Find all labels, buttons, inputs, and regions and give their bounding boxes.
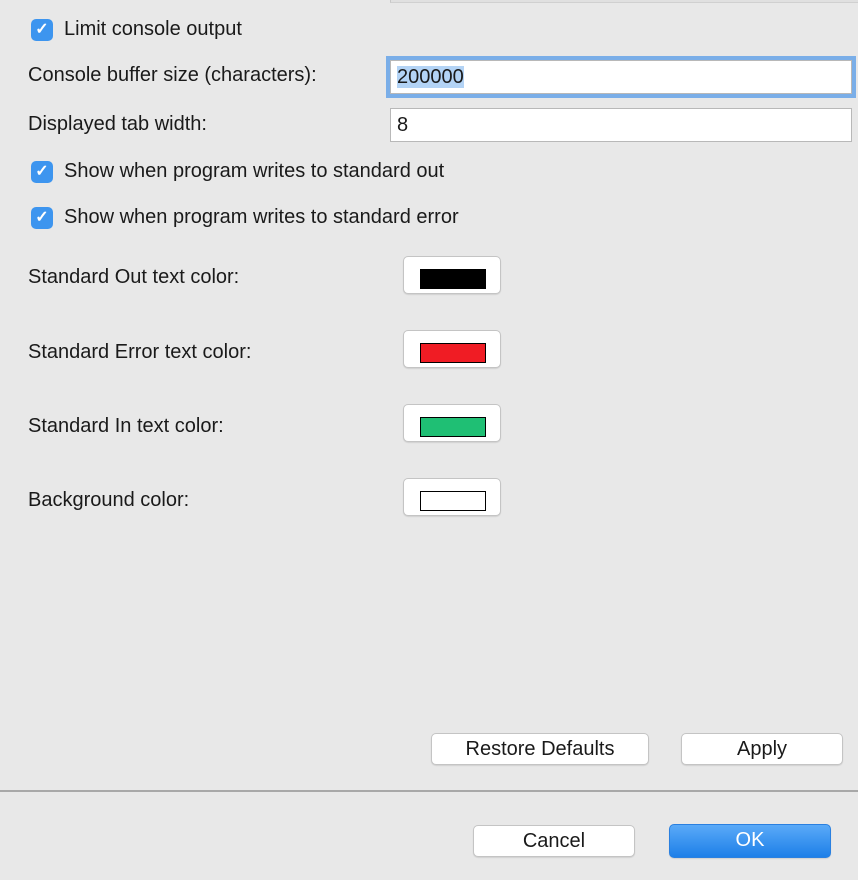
show-stderr-checkbox[interactable]: ✓ <box>31 207 53 229</box>
color-swatch <box>420 343 486 363</box>
stdin-color-label: Standard In text color: <box>28 415 224 437</box>
panel-edge <box>390 0 858 3</box>
stderr-color-label: Standard Error text color: <box>28 341 252 363</box>
buffer-size-label: Console buffer size (characters): <box>28 64 317 86</box>
show-stdout-checkbox[interactable]: ✓ <box>31 161 53 183</box>
limit-output-label: Limit console output <box>64 18 242 40</box>
ok-button[interactable]: OK <box>669 824 831 858</box>
apply-button[interactable]: Apply <box>681 733 843 765</box>
buffer-size-value: 200000 <box>397 66 464 88</box>
color-swatch <box>420 491 486 511</box>
divider <box>0 790 858 792</box>
stdout-color-button[interactable] <box>403 256 501 294</box>
show-stderr-label: Show when program writes to standard err… <box>64 206 459 228</box>
cancel-button[interactable]: Cancel <box>473 825 635 857</box>
limit-output-checkbox[interactable]: ✓ <box>31 19 53 41</box>
restore-defaults-button[interactable]: Restore Defaults <box>431 733 649 765</box>
tab-width-input[interactable]: 8 <box>390 108 852 142</box>
buffer-size-input[interactable]: 200000 <box>390 60 852 94</box>
background-color-label: Background color: <box>28 489 190 511</box>
stderr-color-button[interactable] <box>403 330 501 368</box>
stdin-color-button[interactable] <box>403 404 501 442</box>
stdout-color-label: Standard Out text color: <box>28 266 240 288</box>
color-swatch <box>420 269 486 289</box>
show-stdout-label: Show when program writes to standard out <box>64 160 445 182</box>
color-swatch <box>420 417 486 437</box>
tab-width-label: Displayed tab width: <box>28 113 207 135</box>
background-color-button[interactable] <box>403 478 501 516</box>
